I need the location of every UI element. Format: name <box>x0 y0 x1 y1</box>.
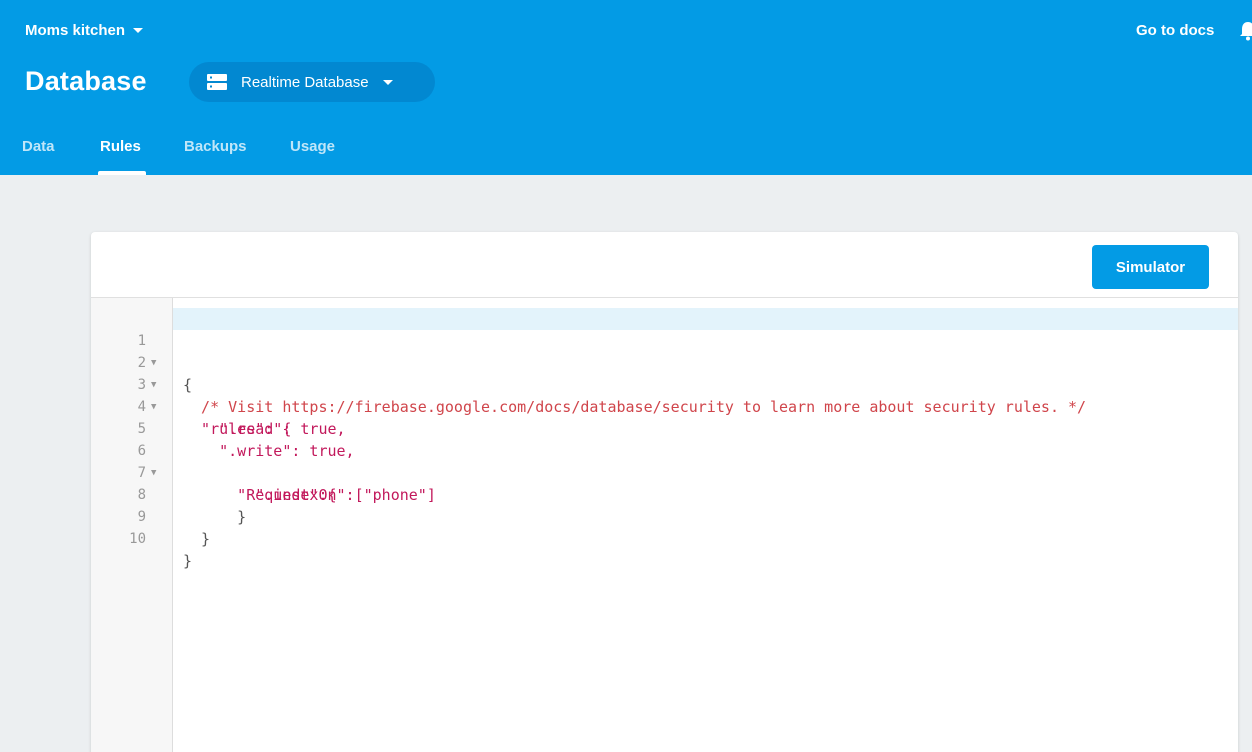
top-app-bar: Moms kitchen Go to docs Database Realtim… <box>0 0 1252 175</box>
code-text: } <box>183 552 193 570</box>
database-type-dropdown[interactable]: Realtime Database <box>189 62 435 102</box>
code-line: 2 ▼ /* Visit https://firebase.google.com… <box>91 330 1238 416</box>
code-line: 7 ".indexOn":["phone"] <box>91 440 1238 504</box>
code-text: } <box>183 530 211 548</box>
tab-data[interactable]: Data <box>22 138 55 155</box>
database-icon <box>207 74 227 90</box>
project-selector[interactable]: Moms kitchen <box>25 22 144 39</box>
code-line: 9 } <box>91 484 1238 548</box>
editor-toolbar: Simulator <box>91 232 1238 298</box>
go-to-docs-link[interactable]: Go to docs <box>1136 22 1214 39</box>
simulator-button[interactable]: Simulator <box>1092 245 1209 289</box>
code-line: 4 ".read": true, <box>91 374 1238 438</box>
bell-icon[interactable] <box>1238 20 1252 42</box>
code-line: 10 } <box>91 506 1238 570</box>
database-type-label: Realtime Database <box>241 73 369 91</box>
tab-rules[interactable]: Rules <box>100 138 141 155</box>
line-number: 10 <box>129 531 146 547</box>
code-line: 1 ▼ { <box>91 308 1238 394</box>
page-title: Database <box>25 66 147 96</box>
code-line: 8 } <box>91 462 1238 526</box>
active-tab-indicator <box>98 171 146 175</box>
chevron-down-icon <box>133 28 144 33</box>
chevron-down-icon <box>382 79 393 85</box>
tab-bar: Data Rules Backups Usage <box>0 130 1252 175</box>
code-line: 3 ▼ "rules": { <box>91 352 1238 438</box>
rules-code-editor[interactable]: 1 ▼ { 2 ▼ /* Visit https://firebase.goog… <box>91 298 1238 752</box>
tab-usage[interactable]: Usage <box>290 138 335 155</box>
project-name: Moms kitchen <box>25 22 126 39</box>
code-line: 5 ".write": true, <box>91 396 1238 460</box>
tab-backups[interactable]: Backups <box>184 138 247 155</box>
rules-editor-card: Simulator 1 ▼ { 2 ▼ /* Visit https://fir… <box>91 232 1238 752</box>
code-line: 6 ▼ "Request":{ <box>91 418 1238 504</box>
